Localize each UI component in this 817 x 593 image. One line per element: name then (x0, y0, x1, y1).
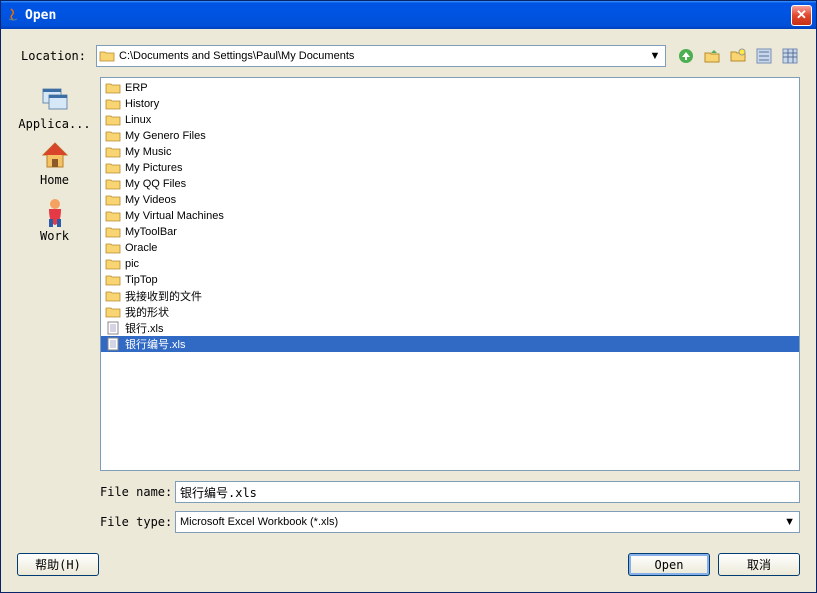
file-icon (105, 337, 121, 351)
file-name: My Genero Files (125, 130, 206, 142)
file-name: Oracle (125, 242, 157, 254)
place-label: Work (40, 229, 69, 243)
filename-input[interactable] (175, 481, 800, 503)
file-name: MyToolBar (125, 226, 177, 238)
button-row: 帮助(H) Open 取消 (17, 553, 800, 576)
file-row[interactable]: TipTop (101, 272, 799, 288)
folder-icon (105, 241, 121, 255)
dialog-body: Location: C:\Documents and Settings\Paul… (1, 29, 816, 592)
filetype-label: File type: (100, 515, 175, 529)
folder-icon (105, 113, 121, 127)
help-button[interactable]: 帮助(H) (17, 553, 99, 576)
place-applications[interactable]: Applica... (20, 81, 90, 133)
place-home[interactable]: Home (20, 137, 90, 189)
file-name: My Music (125, 146, 171, 158)
folder-icon (105, 177, 121, 191)
file-row[interactable]: 我接收到的文件 (101, 288, 799, 304)
home-icon[interactable] (702, 46, 722, 66)
filename-row: File name: (100, 481, 800, 503)
file-name: Linux (125, 114, 151, 126)
work-icon (39, 195, 71, 227)
list-view-icon[interactable] (754, 46, 774, 66)
window-title: Open (25, 8, 791, 23)
details-view-icon[interactable] (780, 46, 800, 66)
file-name: ERP (125, 82, 148, 94)
file-name: 银行编号.xls (125, 336, 186, 352)
file-row[interactable]: ERP (101, 80, 799, 96)
folder-icon (105, 193, 121, 207)
file-row[interactable]: 我的形状 (101, 304, 799, 320)
applications-icon (39, 83, 71, 115)
file-row[interactable]: Oracle (101, 240, 799, 256)
file-name: My Videos (125, 194, 176, 206)
file-name: pic (125, 258, 139, 270)
place-label: Applica... (18, 117, 90, 131)
places-bar: Applica... Home Work (17, 77, 92, 541)
location-row: Location: C:\Documents and Settings\Paul… (17, 45, 800, 67)
close-button[interactable]: ✕ (791, 5, 812, 26)
new-folder-icon[interactable] (728, 46, 748, 66)
file-name: My Virtual Machines (125, 210, 224, 222)
file-row[interactable]: My Videos (101, 192, 799, 208)
location-label: Location: (17, 49, 92, 63)
location-path: C:\Documents and Settings\Paul\My Docume… (119, 50, 647, 62)
filetype-select[interactable]: Microsoft Excel Workbook (*.xls) ▼ (175, 511, 800, 533)
file-name: 银行.xls (125, 320, 164, 336)
file-row[interactable]: History (101, 96, 799, 112)
file-name: My Pictures (125, 162, 182, 174)
right-column: ERP History Linux My Genero Files My Music My… (100, 77, 800, 541)
folder-icon (105, 145, 121, 159)
file-row[interactable]: My Pictures (101, 160, 799, 176)
cancel-button[interactable]: 取消 (718, 553, 800, 576)
folder-icon (105, 257, 121, 271)
file-name: 我的形状 (125, 304, 169, 320)
file-row[interactable]: My Music (101, 144, 799, 160)
file-row[interactable]: Linux (101, 112, 799, 128)
file-row[interactable]: My Virtual Machines (101, 208, 799, 224)
folder-icon (99, 49, 115, 63)
folder-icon (105, 289, 121, 303)
filetype-value: Microsoft Excel Workbook (*.xls) (180, 516, 784, 528)
folder-icon (105, 225, 121, 239)
file-row[interactable]: pic (101, 256, 799, 272)
file-icon (105, 321, 121, 335)
file-name: TipTop (125, 274, 158, 286)
up-icon[interactable] (676, 46, 696, 66)
folder-icon (105, 305, 121, 319)
folder-icon (105, 161, 121, 175)
home-icon (39, 139, 71, 171)
toolbar-icons (676, 46, 800, 66)
folder-icon (105, 81, 121, 95)
java-icon (5, 7, 21, 23)
file-row[interactable]: MyToolBar (101, 224, 799, 240)
folder-icon (105, 273, 121, 287)
folder-icon (105, 129, 121, 143)
file-name: 我接收到的文件 (125, 288, 202, 304)
file-row[interactable]: My Genero Files (101, 128, 799, 144)
folder-icon (105, 209, 121, 223)
place-work[interactable]: Work (20, 193, 90, 245)
main-row: Applica... Home Work ERP History Linux My G… (17, 77, 800, 541)
open-button[interactable]: Open (628, 553, 710, 576)
location-combo[interactable]: C:\Documents and Settings\Paul\My Docume… (96, 45, 666, 67)
filetype-row: File type: Microsoft Excel Workbook (*.x… (100, 511, 800, 533)
folder-icon (105, 97, 121, 111)
file-list[interactable]: ERP History Linux My Genero Files My Music My… (100, 77, 800, 471)
file-name: My QQ Files (125, 178, 186, 190)
file-row[interactable]: My QQ Files (101, 176, 799, 192)
file-name: History (125, 98, 159, 110)
dropdown-icon: ▼ (784, 516, 795, 528)
open-dialog: Open ✕ Location: C:\Documents and Settin… (0, 0, 817, 593)
fields: File name: File type: Microsoft Excel Wo… (100, 481, 800, 541)
filename-label: File name: (100, 485, 175, 499)
place-label: Home (40, 173, 69, 187)
titlebar[interactable]: Open ✕ (1, 1, 816, 29)
file-row[interactable]: 银行编号.xls (101, 336, 799, 352)
file-row[interactable]: 银行.xls (101, 320, 799, 336)
dropdown-icon[interactable]: ▼ (647, 50, 663, 62)
